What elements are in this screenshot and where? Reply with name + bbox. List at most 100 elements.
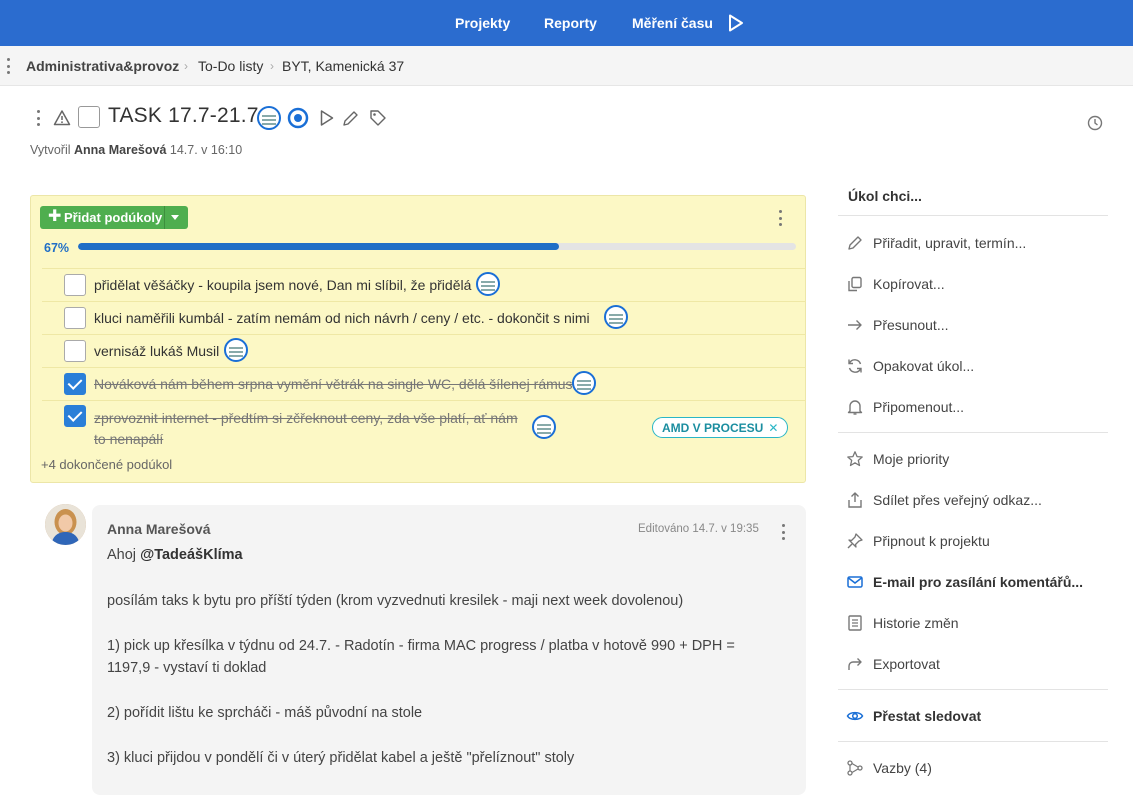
subtask-text[interactable]: přidělat věšáčky - koupila jsem nové, Da… <box>94 277 471 293</box>
page-title[interactable]: TASK 17.7-21.7. <box>108 104 265 128</box>
menu-item-move[interactable]: Přesunout... <box>846 314 1116 336</box>
nav-projects-link[interactable]: Projekty <box>455 0 510 46</box>
progress-bar-fill <box>78 243 560 250</box>
tag-icon[interactable] <box>369 109 387 127</box>
start-timer-icon[interactable] <box>728 14 744 32</box>
add-subtasks-button[interactable]: ✚ Přidat podúkoly <box>40 206 188 229</box>
comment-text-line: 1) pick up křesílka v týdnu od 24.7. - R… <box>107 638 735 654</box>
subtask-assignee-avatar[interactable] <box>604 305 628 329</box>
subtask-assignee-avatar[interactable] <box>224 338 248 362</box>
menu-item-label: Historie změn <box>873 615 959 631</box>
menu-item-label: Sdílet přes veřejný odkaz... <box>873 492 1042 508</box>
subtask-checkbox[interactable] <box>64 274 86 296</box>
created-info: Vytvořil Anna Marešová 14.7. v 16:10 <box>30 143 242 157</box>
subtask-checkbox-checked[interactable] <box>64 405 86 427</box>
divider <box>838 741 1108 742</box>
subtask-text[interactable]: vernisáž lukáš Musil <box>94 343 219 359</box>
close-icon[interactable]: ✕ <box>768 421 778 435</box>
subtask-assignee-avatar[interactable] <box>532 415 556 439</box>
created-prefix: Vytvořil <box>30 143 71 157</box>
button-divider <box>164 206 165 229</box>
menu-item-label: Přestat sledovat <box>873 708 982 724</box>
menu-item-copy[interactable]: Kopírovat... <box>846 273 1116 295</box>
task-complete-checkbox[interactable] <box>78 106 100 128</box>
warning-icon[interactable] <box>53 109 71 127</box>
breadcrumb-item-project[interactable]: Administrativa&provoz <box>26 58 179 74</box>
menu-item-comment-email[interactable]: E-mail pro zasílání komentářů... <box>846 571 1116 593</box>
comment-text-line: 2) pořídit lištu ke sprcháči - máš původ… <box>107 705 423 721</box>
chevron-right-icon: › <box>184 59 188 73</box>
subtasks-menu-icon[interactable] <box>778 210 782 226</box>
menu-item-label: Připnout k projektu <box>873 533 990 549</box>
links-icon <box>846 759 864 777</box>
task-menu-icon[interactable] <box>36 110 40 126</box>
copy-icon <box>846 275 864 293</box>
eye-icon <box>846 707 864 725</box>
arrow-right-icon <box>846 316 864 334</box>
export-icon <box>846 655 864 673</box>
clock-icon[interactable] <box>1087 115 1103 131</box>
menu-item-assign-edit[interactable]: Přiřadit, upravit, termín... <box>846 232 1116 254</box>
show-completed-subtasks-link[interactable]: +4 dokončené podúkol <box>41 457 172 472</box>
menu-item-links[interactable]: Vazby (4) <box>846 757 1116 779</box>
comment-author[interactable]: Anna Marešová <box>107 521 210 537</box>
menu-item-export[interactable]: Exportovat <box>846 653 1116 675</box>
divider <box>838 432 1108 433</box>
progress-ring-icon[interactable] <box>287 107 309 129</box>
comment-text-line: posílám taks k bytu pro příští týden (kr… <box>107 593 684 609</box>
menu-item-repeat[interactable]: Opakovat úkol... <box>846 355 1116 377</box>
subtask-text-done[interactable]: Nováková nám během srpna vymění větrák n… <box>94 376 573 392</box>
subtask-checkbox[interactable] <box>64 307 86 329</box>
menu-item-remind[interactable]: Připomenout... <box>846 396 1116 418</box>
subtask-assignee-avatar[interactable] <box>476 272 500 296</box>
breadcrumb-item-list[interactable]: BYT, Kamenická 37 <box>282 58 404 74</box>
menu-item-history[interactable]: Historie změn <box>846 612 1116 634</box>
divider <box>838 689 1108 690</box>
breadcrumb-item-todo-lists[interactable]: To-Do listy <box>198 58 263 74</box>
breadcrumb-menu-icon[interactable] <box>6 58 10 74</box>
progress-label: 67% <box>44 241 70 255</box>
menu-item-label: Přesunout... <box>873 317 949 333</box>
menu-item-unfollow[interactable]: Přestat sledovat <box>846 705 1116 727</box>
menu-item-label: Připomenout... <box>873 399 965 415</box>
progress-bar <box>78 243 796 250</box>
user-mention[interactable]: @TadeášKlíma <box>140 547 243 563</box>
comment-text-line: 1197,9 - vystaví ti doklad <box>107 660 267 676</box>
edit-icon[interactable] <box>342 110 359 127</box>
menu-item-label: Moje priority <box>873 451 950 467</box>
subtask-text-done-continued[interactable]: to nenapálí <box>94 431 163 447</box>
assignee-avatar[interactable] <box>257 106 281 130</box>
greeting-text: Ahoj <box>107 547 141 563</box>
nav-reports-link[interactable]: Reporty <box>544 0 597 46</box>
created-at: 14.7. v 16:10 <box>169 143 243 157</box>
share-icon <box>846 491 864 509</box>
comment-greeting: Ahoj @TadeášKlíma <box>107 547 243 563</box>
menu-item-my-priorities[interactable]: Moje priority <box>846 448 1116 470</box>
subtask-checkbox[interactable] <box>64 340 86 362</box>
subtask-assignee-avatar[interactable] <box>572 371 596 395</box>
task-actions-heading: Úkol chci... <box>848 188 922 204</box>
menu-item-label: Opakovat úkol... <box>873 358 975 374</box>
menu-item-label: Přiřadit, upravit, termín... <box>873 235 1027 251</box>
menu-item-pin-to-project[interactable]: Připnout k projektu <box>846 530 1116 552</box>
nav-time-tracking-link[interactable]: Měření času <box>632 0 713 46</box>
play-icon[interactable] <box>319 109 335 127</box>
comment-text-line: 3) kluci přijdou v pondělí či v úterý př… <box>107 750 575 766</box>
subtask-text-done[interactable]: zprovoznit internet - předtím si zčřekno… <box>94 410 518 426</box>
repeat-icon <box>846 357 864 375</box>
subtask-checkbox-checked[interactable] <box>64 373 86 395</box>
pencil-icon <box>846 234 864 252</box>
mail-icon <box>846 573 864 591</box>
comment-edited-info: Editováno 14.7. v 19:35 <box>638 523 759 535</box>
status-badge[interactable]: AMD V PROCESU ✕ <box>652 417 789 438</box>
menu-item-share-link[interactable]: Sdílet přes veřejný odkaz... <box>846 489 1116 511</box>
created-by[interactable]: Anna Marešová <box>74 143 166 157</box>
menu-item-label: Vazby (4) <box>873 760 932 776</box>
chevron-right-icon: › <box>270 59 274 73</box>
subtask-text[interactable]: kluci naměřili kumbál - zatím nemám od n… <box>94 310 590 326</box>
chevron-down-icon[interactable] <box>171 215 179 220</box>
comment-menu-icon[interactable] <box>781 524 785 540</box>
avatar[interactable] <box>45 504 86 545</box>
status-badge-label: AMD V PROCESU <box>662 420 764 435</box>
divider <box>838 215 1108 216</box>
